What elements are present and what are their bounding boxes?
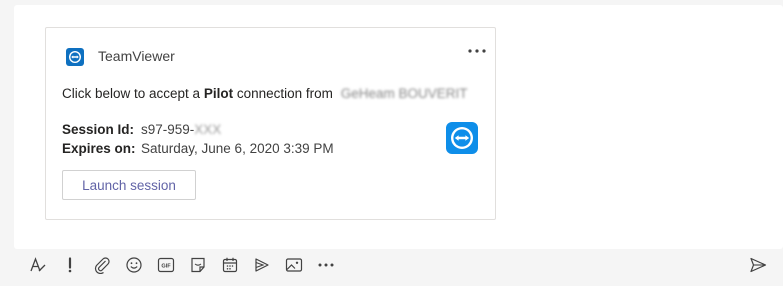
fact-value: s97-959-XXX — [141, 122, 222, 137]
send-icon — [750, 257, 767, 273]
format-icon — [30, 257, 46, 272]
sticker-button[interactable] — [182, 252, 214, 278]
svg-text:GIF: GIF — [161, 264, 171, 270]
format-button[interactable] — [22, 252, 54, 278]
stream-icon — [255, 258, 269, 272]
launch-session-button[interactable]: Launch session — [62, 170, 196, 200]
important-button[interactable] — [54, 252, 86, 278]
fact-set: Session Id: s97-959-XXX Expires on: Satu… — [62, 120, 334, 158]
emoji-button[interactable] — [118, 252, 150, 278]
card-message: Click below to accept a Pilot connection… — [62, 86, 467, 101]
app-name: TeamViewer — [98, 48, 175, 64]
fact-value: Saturday, June 6, 2020 3:39 PM — [141, 141, 334, 156]
more-options-icon — [318, 263, 334, 267]
compose-area: TeamViewer Click below to accept a Pilot… — [14, 5, 783, 249]
schedule-meeting-icon — [222, 257, 238, 273]
emoji-icon — [126, 257, 142, 273]
stream-button[interactable] — [246, 252, 278, 278]
gif-icon: GIF — [157, 257, 175, 273]
teamviewer-logo-icon — [66, 48, 84, 66]
gif-button[interactable]: GIF — [150, 252, 182, 278]
attach-button[interactable] — [86, 252, 118, 278]
send-button[interactable] — [746, 253, 770, 277]
adaptive-card: TeamViewer Click below to accept a Pilot… — [45, 27, 496, 220]
redacted-name: GeHeam BOUVERIT — [340, 86, 468, 101]
ellipsis-icon — [468, 49, 486, 53]
message-prefix: Click below to accept a — [62, 86, 201, 101]
message-bold: Pilot — [203, 86, 234, 101]
important-icon — [68, 257, 72, 273]
image-button[interactable] — [278, 252, 310, 278]
more-options-button[interactable] — [467, 42, 487, 60]
teamviewer-app-icon — [446, 122, 478, 154]
sticker-icon — [191, 257, 205, 273]
fact-key: Expires on: — [62, 141, 136, 156]
fact-row-expires-on: Expires on: Saturday, June 6, 2020 3:39 … — [62, 139, 334, 158]
image-icon — [285, 258, 303, 272]
attach-icon — [94, 257, 110, 274]
fact-key: Session Id: — [62, 122, 135, 137]
fact-row-session-id: Session Id: s97-959-XXX — [62, 120, 334, 139]
message-middle: connection from — [236, 86, 333, 101]
more-options-toolbar-button[interactable] — [310, 252, 342, 278]
schedule-meeting-button[interactable] — [214, 252, 246, 278]
compose-toolbar: GIF — [22, 252, 342, 278]
